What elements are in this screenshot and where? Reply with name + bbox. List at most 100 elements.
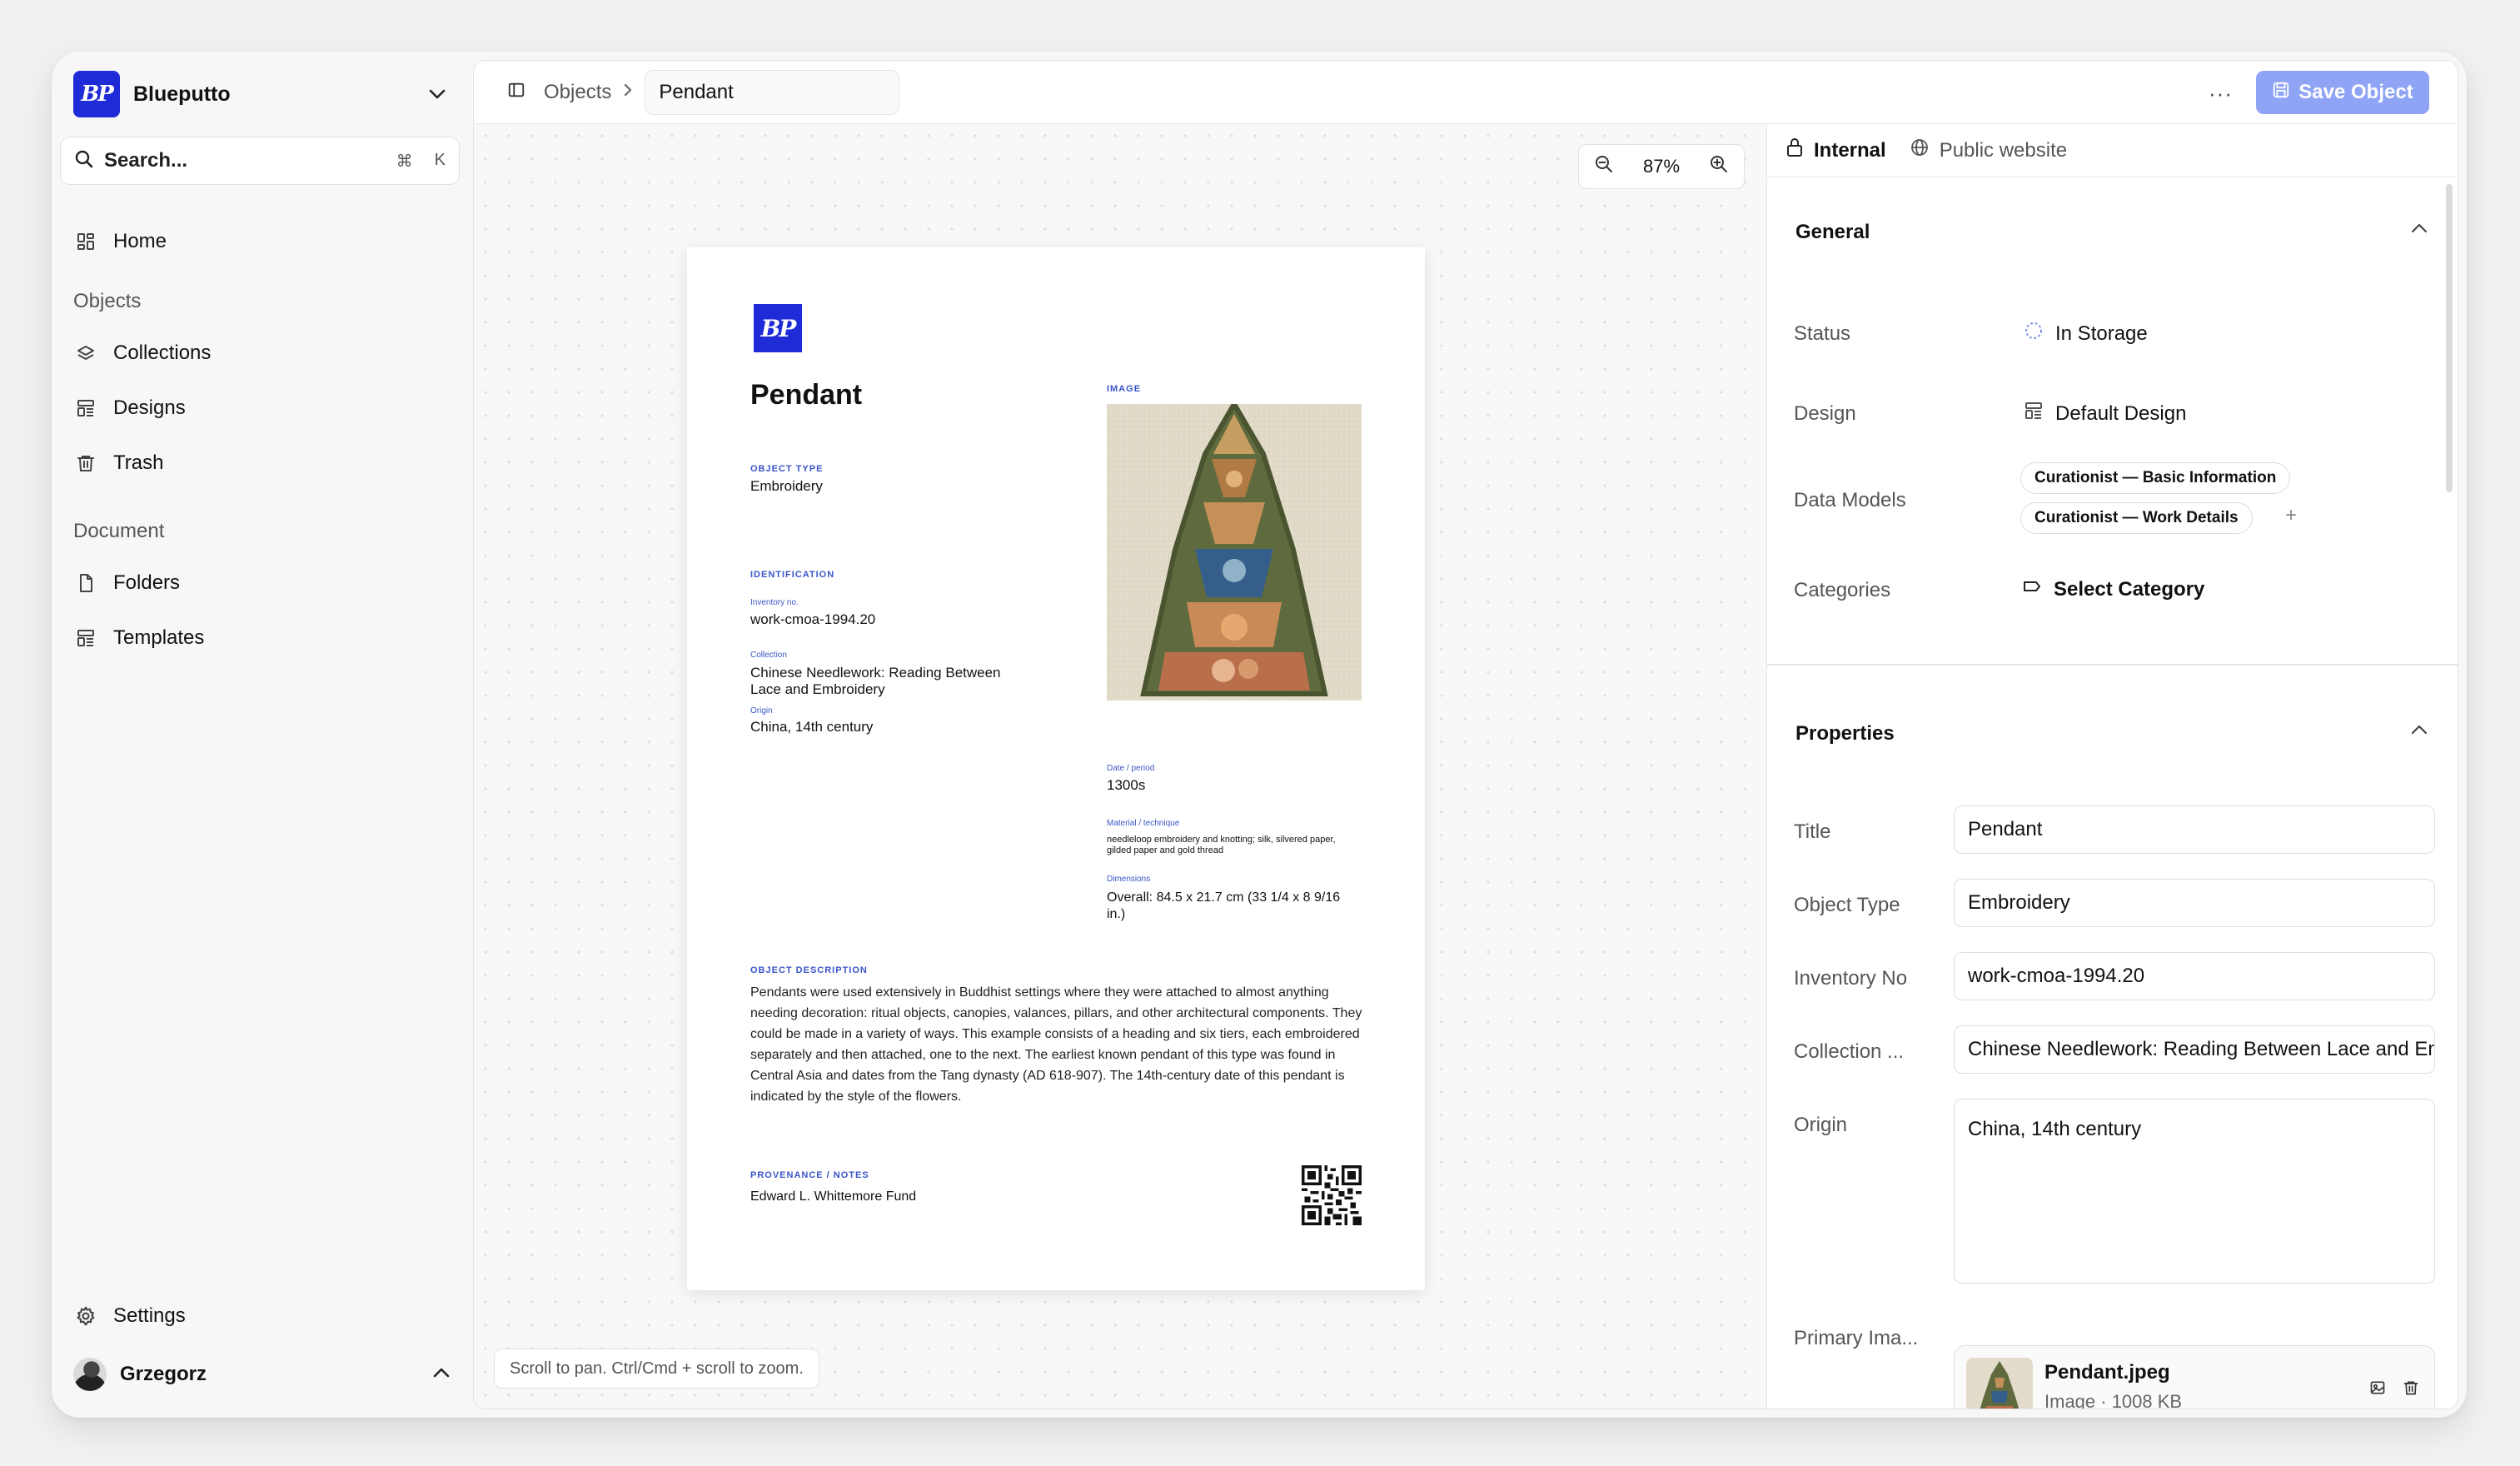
paper-description: Pendants were used extensively in Buddhi…: [750, 985, 1362, 1104]
sidebar-item-collections[interactable]: Collections: [73, 332, 211, 375]
properties-section-title: Properties: [1795, 722, 1895, 745]
paper-material-label: Material / technique: [1107, 819, 1180, 828]
chevron-right-icon: [623, 82, 633, 102]
trash-icon: [73, 451, 98, 476]
panel-scrollbar[interactable]: [2446, 184, 2453, 492]
primary-image-card[interactable]: Pendant.jpeg Image · 1008 KB: [1954, 1345, 2435, 1409]
paper-dimensions: Overall: 84.5 x 21.7 cm (33 1/4 x 8 9/16…: [1107, 890, 1341, 921]
search-shortcut: ⌘ K: [396, 151, 446, 172]
zoom-level: 87%: [1642, 156, 1681, 177]
design-text: Default Design: [2055, 401, 2187, 425]
tab-public-website[interactable]: Public website: [1910, 137, 2067, 163]
zoom-out-icon[interactable]: [1594, 154, 1614, 179]
zoom-in-icon[interactable]: [1709, 154, 1729, 179]
search-input[interactable]: Search... ⌘ K: [60, 137, 460, 185]
save-icon: [2272, 81, 2290, 105]
delete-icon[interactable]: [2403, 1379, 2419, 1400]
sidebar-item-folders[interactable]: Folders: [73, 561, 180, 605]
sidebar-item-trash[interactable]: Trash: [73, 441, 163, 485]
chevron-up-icon: [433, 1367, 450, 1382]
add-data-model-button[interactable]: +: [2285, 504, 2297, 527]
tab-internal-label: Internal: [1814, 138, 1886, 162]
pendant-image: [1107, 404, 1362, 701]
breadcrumb-objects[interactable]: Objects: [544, 81, 611, 104]
loader-icon: [2024, 321, 2044, 347]
section-divider: [1767, 664, 2458, 666]
sidebar-item-designs[interactable]: Designs: [73, 386, 186, 430]
save-object-label: Save Object: [2298, 81, 2413, 103]
title-label: Title: [1794, 820, 1831, 843]
select-category-button[interactable]: Select Category: [2022, 577, 2204, 601]
chevron-down-icon: [425, 82, 450, 107]
sidebar-item-label: Templates: [113, 626, 205, 649]
paper-dimensions-label: Dimensions: [1107, 875, 1151, 884]
status-value[interactable]: In Storage: [2024, 321, 2148, 347]
data-models-label: Data Models: [1794, 489, 1906, 511]
globe-icon: [1910, 137, 1930, 163]
select-category-label: Select Category: [2054, 577, 2205, 601]
sidebar-toggle-icon[interactable]: [507, 81, 525, 103]
app-window: BP Blueputto Search... ⌘ K Home Objects: [52, 52, 2467, 1418]
paper-inventory-label: Inventory no.: [750, 598, 799, 607]
shortcut-key: K: [434, 150, 446, 169]
paper-object-type-label: OBJECT TYPE: [750, 464, 824, 474]
more-options-icon[interactable]: ···: [2209, 81, 2233, 107]
tab-internal[interactable]: Internal: [1785, 137, 1886, 163]
chevron-up-icon[interactable]: [2411, 222, 2428, 237]
sidebar-item-label: Settings: [113, 1304, 186, 1327]
paper-identification-label: IDENTIFICATION: [750, 570, 835, 580]
image-thumbnail: [1966, 1358, 2033, 1409]
nav-group-objects: Objects: [73, 290, 142, 312]
origin-label: Origin: [1794, 1114, 1848, 1136]
title-field[interactable]: Pendant: [1954, 805, 2435, 854]
sidebar-item-templates[interactable]: Templates: [73, 616, 204, 660]
sidebar-item-label: Trash: [113, 451, 164, 474]
shortcut-mod: ⌘: [396, 152, 413, 171]
data-model-chip[interactable]: Curationist — Basic Information: [2020, 462, 2291, 494]
design-canvas[interactable]: 87% BP Pendant OBJECT TYPE Embroidery ID…: [474, 124, 1766, 1409]
sidebar-item-label: Folders: [113, 571, 181, 594]
file-meta: Image · 1008 KB: [2044, 1391, 2183, 1409]
design-label: Design: [1794, 402, 1856, 425]
chevron-up-icon[interactable]: [2411, 724, 2428, 739]
tab-public-label: Public website: [1939, 138, 2068, 162]
data-model-chip[interactable]: Curationist — Work Details: [2020, 502, 2253, 534]
search-placeholder: Search...: [104, 149, 188, 172]
paper-inventory: work-cmoa-1994.20: [750, 611, 876, 627]
sidebar-item-home[interactable]: Home: [73, 220, 167, 263]
file-name: Pendant.jpeg: [2044, 1361, 2170, 1384]
image-icon[interactable]: [2369, 1379, 2386, 1400]
sidebar-item-label: Designs: [113, 396, 186, 419]
app-logo: BP: [73, 71, 120, 117]
paper-image-label: IMAGE: [1107, 384, 1142, 394]
object-type-label: Object Type: [1794, 894, 1900, 916]
sidebar: BP Blueputto Search... ⌘ K Home Objects: [52, 52, 471, 1418]
sidebar-item-label: Home: [113, 230, 167, 252]
design-value[interactable]: Default Design: [2024, 401, 2186, 426]
designs-icon: [2024, 401, 2044, 426]
paper-provenance-label: PROVENANCE / NOTES: [750, 1170, 869, 1180]
sidebar-item-settings[interactable]: Settings: [73, 1294, 186, 1338]
inventory-field[interactable]: work-cmoa-1994.20: [1954, 952, 2435, 1000]
nav-group-document: Document: [73, 520, 165, 542]
topbar: Objects Pendant ··· Save Object: [474, 61, 2458, 124]
collection-label: Collection ...: [1794, 1040, 1905, 1063]
search-icon: [74, 149, 94, 173]
paper-description-label: OBJECT DESCRIPTION: [750, 965, 868, 975]
paper-material: needleloop embroidery and knotting; silk…: [1107, 835, 1336, 855]
paper-origin: China, 14th century: [750, 719, 874, 735]
document-preview: BP Pendant OBJECT TYPE Embroidery IDENTI…: [687, 247, 1425, 1290]
object-name-input[interactable]: Pendant: [645, 69, 900, 115]
save-object-button[interactable]: Save Object: [2256, 71, 2429, 114]
object-type-field[interactable]: Embroidery: [1954, 879, 2435, 927]
collection-field[interactable]: Chinese Needlework: Reading Between Lace…: [1954, 1025, 2435, 1074]
paper-provenance: Edward L. Whittemore Fund: [750, 1189, 917, 1204]
avatar: [73, 1358, 107, 1391]
qr-code: [1302, 1165, 1362, 1225]
user-menu[interactable]: Grzegorz: [73, 1353, 450, 1396]
lock-icon: [1785, 137, 1804, 163]
origin-field[interactable]: China, 14th century: [1954, 1099, 2435, 1284]
paper-title: Pendant: [750, 379, 863, 411]
workspace-switcher[interactable]: BP Blueputto: [73, 65, 450, 123]
file-icon: [73, 571, 98, 596]
